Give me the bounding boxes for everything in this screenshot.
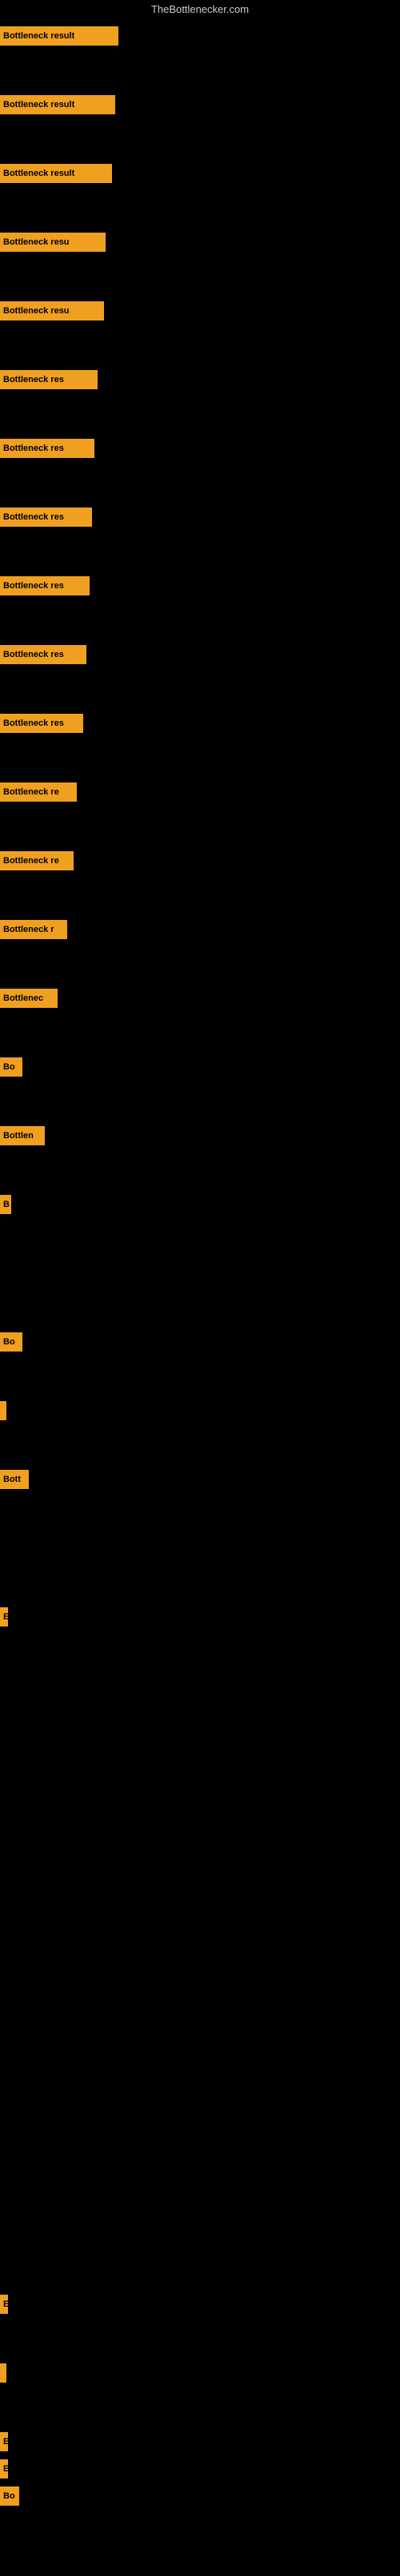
bar-label: Bottleneck res	[0, 442, 67, 455]
bar-item: Bo	[0, 1049, 400, 1085]
bar-fill	[0, 2363, 6, 2383]
bar-item: Bottleneck result	[0, 18, 400, 54]
bar-item: E	[0, 2287, 400, 2322]
bar-label: Bottleneck resu	[0, 305, 73, 317]
bar-item: Bottleneck resu	[0, 293, 400, 328]
bar-item: Bottleneck res	[0, 362, 400, 397]
bar-label: E	[0, 1610, 8, 1623]
bar-item: Bottleneck res	[0, 637, 400, 672]
bar-label: Bottleneck re	[0, 786, 62, 798]
bar-label: Bottleneck result	[0, 30, 78, 42]
bar-label: Bottleneck result	[0, 167, 78, 180]
bar-label: E	[0, 2435, 8, 2448]
bar-item: Bottlen	[0, 1118, 400, 1153]
bar-label: Bottleneck res	[0, 579, 67, 592]
bar-label: Bott	[0, 1473, 24, 1486]
bar-label: Bo	[0, 1336, 18, 1348]
bar-label: Bottleneck res	[0, 717, 67, 730]
bar-item: Bottleneck res	[0, 568, 400, 603]
bar-label: Bottleneck resu	[0, 236, 73, 249]
bar-label: Bottleneck res	[0, 373, 67, 386]
site-title: TheBottlenecker.com	[0, 0, 400, 18]
bar-item: Bottleneck res	[0, 500, 400, 535]
bar-label: Bottleneck result	[0, 98, 78, 111]
bar-item: Bottleneck re	[0, 843, 400, 878]
bar-label: E	[0, 2298, 8, 2311]
bar-item: E	[0, 1599, 400, 1634]
bar-item	[0, 1393, 400, 1428]
bar-item: Bottleneck result	[0, 87, 400, 122]
bar-label: Bottleneck r	[0, 923, 58, 936]
bar-label: Bo	[0, 1061, 18, 1073]
bars-container: Bottleneck result Bottleneck result Bottle…	[0, 18, 400, 2576]
bar-item: Bottleneck result	[0, 156, 400, 191]
bar-label: E	[0, 2463, 8, 2475]
bar-label: Bottlen	[0, 1129, 37, 1142]
bar-item: Bottleneck res	[0, 706, 400, 741]
bar-label: Bottlenec	[0, 992, 46, 1005]
bar-item: Bo	[0, 1324, 400, 1360]
bar-label: Bottleneck res	[0, 648, 67, 661]
bar-item	[0, 2355, 400, 2391]
bar-item: Bottleneck re	[0, 774, 400, 810]
bar-item: Bottleneck resu	[0, 225, 400, 260]
bar-item: Bottleneck r	[0, 912, 400, 947]
bar-label: Bo	[0, 2490, 18, 2502]
bar-label: Bottleneck res	[0, 511, 67, 524]
bar-fill	[0, 1401, 6, 1420]
bar-item: Bott	[0, 1462, 400, 1497]
bar-label: Bottleneck re	[0, 854, 62, 867]
bar-item: Bottleneck res	[0, 431, 400, 466]
bar-item: B	[0, 1187, 400, 1222]
bar-item: Bottlenec	[0, 981, 400, 1016]
bar-item: Bo	[0, 2478, 400, 2514]
bar-label: B	[0, 1198, 11, 1211]
